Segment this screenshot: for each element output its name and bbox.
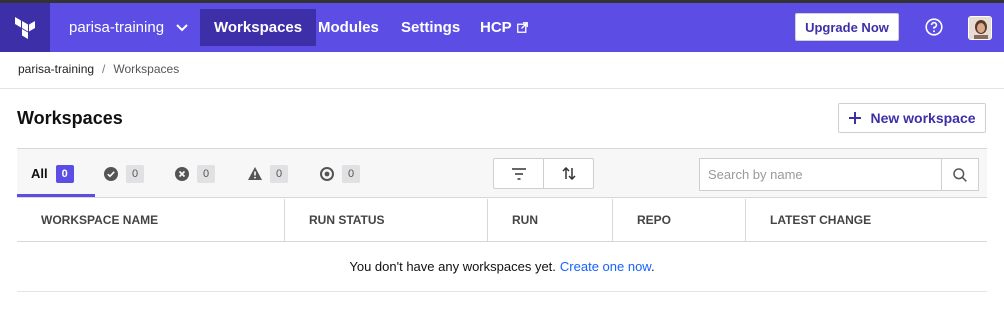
page-title: Workspaces (17, 108, 123, 128)
search-button[interactable] (941, 159, 978, 190)
search-icon (953, 167, 967, 182)
warning-triangle-icon (248, 167, 262, 180)
empty-state-text: You don't have any workspaces yet. (349, 259, 556, 274)
nav-modules-label: Modules (318, 19, 379, 36)
column-run[interactable]: RUN (487, 199, 612, 241)
new-workspace-button[interactable]: New workspace (838, 103, 986, 133)
breadcrumb-separator: / (102, 62, 106, 76)
column-run-status[interactable]: RUN STATUS (284, 199, 487, 241)
new-workspace-label: New workspace (870, 110, 976, 126)
check-circle-icon (104, 166, 118, 181)
filter-bar: All 0 0 0 0 0 (17, 148, 987, 198)
empty-state-suffix: . (650, 259, 655, 274)
chevron-down-icon (176, 23, 188, 31)
sort-arrows-icon (561, 167, 576, 180)
user-avatar[interactable] (968, 16, 992, 40)
org-switcher[interactable]: parisa-training (69, 3, 188, 52)
nav-modules[interactable]: Modules (304, 9, 393, 46)
filter-count-all: 0 (55, 164, 74, 183)
filter-count-pending: 0 (342, 164, 360, 183)
nav-settings-label: Settings (401, 19, 461, 36)
breadcrumb-org-link[interactable]: parisa-training (18, 62, 94, 76)
filter-count-errored: 0 (197, 164, 215, 183)
filter-count-needs-attention: 0 (270, 164, 288, 183)
filter-tab-needs-attention[interactable]: 0 (248, 149, 288, 198)
table-header: WORKSPACE NAME RUN STATUS RUN REPO LATES… (17, 199, 987, 242)
nav-workspaces[interactable]: Workspaces (200, 9, 317, 46)
pending-circle-icon (320, 166, 334, 181)
nav-settings[interactable]: Settings (387, 9, 474, 46)
filter-tab-errored[interactable]: 0 (175, 149, 215, 198)
search-box (699, 158, 979, 191)
x-circle-icon (175, 166, 189, 181)
filter-tab-all-label: All (31, 166, 48, 181)
search-input[interactable] (700, 159, 941, 190)
sort-filter-controls (493, 158, 594, 189)
filter-tab-success[interactable]: 0 (104, 149, 144, 198)
active-tab-indicator (17, 194, 95, 197)
help-circle-icon[interactable] (925, 18, 943, 36)
nav-hcp[interactable]: HCP (466, 9, 542, 46)
top-navigation-bar: parisa-training Workspaces Modules Setti… (0, 0, 1004, 52)
filter-tab-pending[interactable]: 0 (320, 149, 360, 198)
column-workspace-name[interactable]: WORKSPACE NAME (17, 199, 284, 241)
upgrade-now-button[interactable]: Upgrade Now (795, 13, 899, 41)
column-repo[interactable]: REPO (612, 199, 745, 241)
column-latest-change[interactable]: LATEST CHANGE (745, 199, 987, 241)
filter-count-success: 0 (126, 164, 144, 183)
external-link-icon (516, 22, 528, 33)
nav-hcp-label: HCP (480, 19, 512, 36)
breadcrumb: parisa-training / Workspaces (18, 62, 179, 76)
filter-button[interactable] (494, 159, 543, 188)
create-workspace-link[interactable]: Create one now (560, 259, 651, 274)
breadcrumb-current: Workspaces (113, 62, 180, 76)
nav-workspaces-label: Workspaces (214, 19, 303, 36)
header-divider (0, 88, 1004, 89)
org-name: parisa-training (69, 19, 165, 36)
filter-tab-all[interactable]: All 0 (31, 149, 74, 198)
filter-lines-icon (511, 167, 526, 180)
sort-button[interactable] (543, 159, 593, 188)
empty-state-row: You don't have any workspaces yet. Creat… (17, 242, 987, 292)
terraform-logo-icon[interactable] (0, 3, 50, 52)
plus-icon (849, 112, 862, 124)
